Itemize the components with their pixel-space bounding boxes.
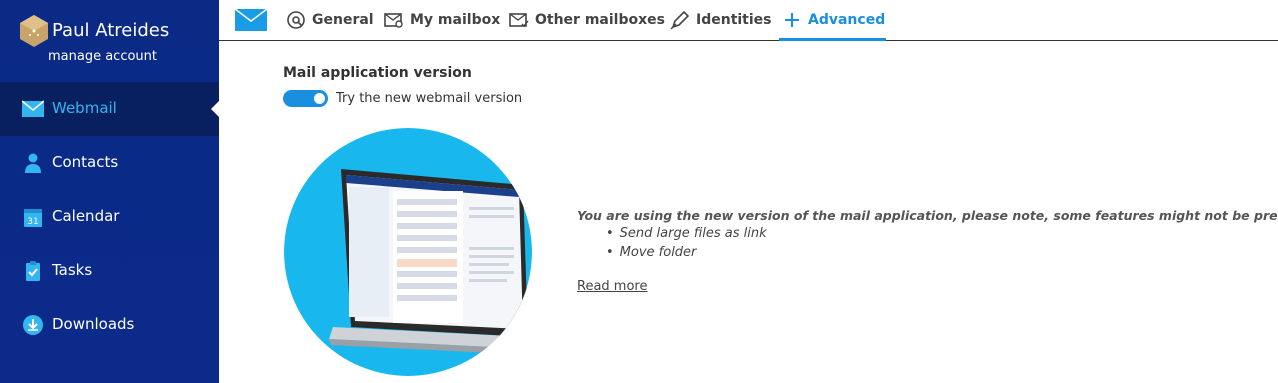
toggle-label: Try the new webmail version (336, 91, 523, 106)
sidebar-item-label: Downloads (52, 315, 135, 333)
sidebar-item-label: Webmail (52, 99, 117, 117)
tab-label: Identities (696, 12, 772, 28)
new-webmail-toggle[interactable] (283, 90, 328, 107)
active-indicator (211, 101, 219, 117)
laptop-illustration (284, 128, 532, 376)
sidebar-item-label: Tasks (52, 261, 93, 279)
manage-account-link[interactable]: manage account (48, 49, 157, 64)
clipboard-check-icon (26, 261, 40, 281)
tab-label: Other mailboxes (535, 12, 665, 28)
mailbox-icon (384, 13, 403, 28)
profile-name: Paul Atreides (52, 20, 170, 41)
section-title: Mail application version (283, 65, 472, 81)
sidebar-item-calendar[interactable]: 31 Calendar (0, 190, 219, 244)
tab-other-mailboxes[interactable]: Other mailboxes (509, 0, 665, 40)
sidebar-item-tasks[interactable]: Tasks (0, 244, 219, 298)
tab-label: My mailbox (410, 12, 501, 28)
sidebar-item-contacts[interactable]: Contacts (0, 136, 219, 190)
tab-label: General (312, 12, 374, 28)
toggle-knob (314, 93, 325, 104)
tab-label: Advanced (808, 12, 886, 28)
pen-icon (670, 10, 690, 30)
list-item: Move folder (606, 245, 767, 264)
settings-tabbar: General My mailbox Other mailboxes Ident… (219, 0, 1278, 41)
person-icon (25, 153, 41, 173)
tab-identities[interactable]: Identities (670, 0, 772, 40)
list-item: Send large files as link (606, 226, 767, 245)
sidebar-item-webmail[interactable]: Webmail (0, 82, 219, 136)
mail-icon (22, 100, 44, 117)
profile[interactable]: Paul Atreides manage account (20, 15, 210, 75)
tab-general[interactable]: General (286, 0, 374, 40)
sidebar: Paul Atreides manage account Webmail Con… (0, 0, 219, 383)
avatar-hexagon-icon (20, 15, 48, 47)
plus-icon (785, 13, 799, 27)
sidebar-item-downloads[interactable]: Downloads (0, 298, 219, 352)
version-notice: You are using the new version of the mai… (577, 208, 1278, 223)
missing-features-list: Send large files as link Move folder (606, 226, 767, 264)
settings-cog-icon (287, 11, 305, 29)
shared-mailbox-icon (509, 13, 529, 28)
svg-text:31: 31 (27, 217, 38, 227)
tab-advanced[interactable]: Advanced (779, 0, 886, 41)
mail-logo-icon (235, 9, 267, 31)
active-tab-underline (779, 38, 886, 41)
sidebar-item-label: Contacts (52, 153, 119, 171)
calendar-icon: 31 (24, 209, 42, 227)
sidebar-item-label: Calendar (52, 207, 120, 225)
read-more-link[interactable]: Read more (577, 279, 647, 294)
download-icon (23, 315, 43, 335)
tab-my-mailbox[interactable]: My mailbox (384, 0, 500, 40)
